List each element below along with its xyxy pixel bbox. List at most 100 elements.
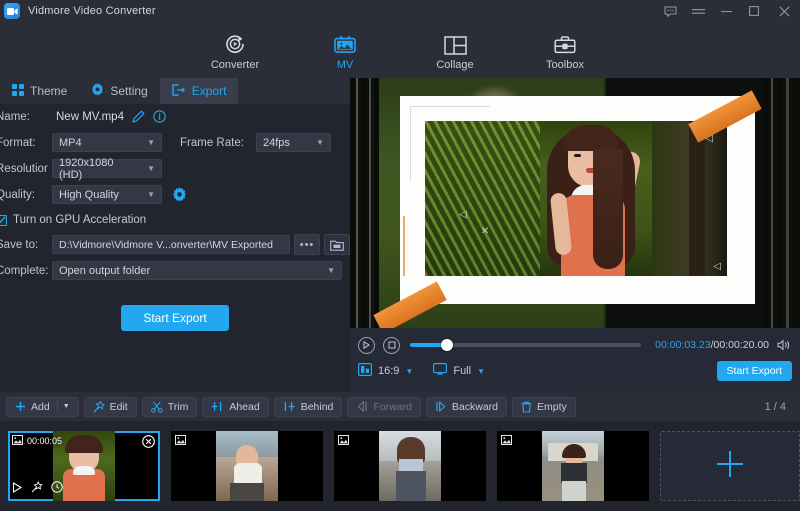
duration-icon[interactable] xyxy=(51,480,63,498)
label-format: Format: xyxy=(0,137,48,149)
tab-label-setting: Setting xyxy=(110,84,147,98)
stop-icon[interactable] xyxy=(383,337,400,354)
insert-ahead-icon xyxy=(211,401,224,412)
edit-button[interactable]: Edit xyxy=(84,397,137,417)
remove-clip-icon[interactable] xyxy=(142,435,155,453)
player-controls: 00:00:03.23/00:00:20.00 16:9 ▼ xyxy=(350,328,800,392)
value-name: New MV.mp4 xyxy=(56,111,124,123)
export-form: Name: New MV.mp4 Format: MP4 ▼ xyxy=(0,104,350,331)
play-icon[interactable] xyxy=(12,480,23,498)
info-icon[interactable] xyxy=(153,110,166,123)
nav-label-mv: MV xyxy=(337,59,354,71)
nav-label-toolbox: Toolbox xyxy=(546,59,584,71)
empty-button[interactable]: Empty xyxy=(512,397,576,417)
app-title: Vidmore Video Converter xyxy=(28,5,156,17)
preview-photo: ◁ ◁ ✕ ◁ xyxy=(425,121,727,276)
saveto-path-input[interactable]: D:\Vidmore\Vidmore V...onverter\MV Expor… xyxy=(52,235,290,254)
browse-button[interactable]: ••• xyxy=(294,234,320,255)
label-framerate: Frame Rate: xyxy=(180,137,256,149)
move-backward-button[interactable]: Backward xyxy=(426,397,507,417)
marker-triangle-icon: ◁ xyxy=(713,261,721,272)
chevron-down-icon[interactable]: ▼ xyxy=(63,403,70,410)
framerate-select[interactable]: 24fps ▼ xyxy=(256,133,331,152)
timecode: 00:00:03.23/00:00:20.00 xyxy=(655,339,769,351)
label-name: Name: xyxy=(0,111,48,123)
effect-icon[interactable] xyxy=(31,480,43,498)
current-time: 00:00:03.23 xyxy=(655,339,710,351)
row-format: Format: MP4 ▼ Frame Rate: 24fps ▼ xyxy=(0,130,350,155)
nav-item-toolbox[interactable]: Toolbox xyxy=(528,29,602,71)
aspect-ratio-value: 16:9 xyxy=(378,365,399,377)
thumbnail-duration: 00:00:05 xyxy=(12,435,62,447)
list-item[interactable] xyxy=(171,431,323,501)
add-media-tile[interactable] xyxy=(660,431,800,501)
thumbnail-image xyxy=(379,431,441,501)
row-name: Name: New MV.mp4 xyxy=(0,104,350,129)
thumbnail-image xyxy=(216,431,278,501)
edit-pencil-icon[interactable] xyxy=(132,110,145,123)
insert-ahead-button[interactable]: Ahead xyxy=(202,397,268,417)
empty-label: Empty xyxy=(537,401,567,413)
play-icon[interactable] xyxy=(358,337,375,354)
resolution-select[interactable]: 1920x1080 (HD) ▼ xyxy=(52,159,162,178)
label-saveto: Save to: xyxy=(0,239,48,251)
trim-button[interactable]: Trim xyxy=(142,397,198,417)
chevron-down-icon: ▼ xyxy=(319,267,335,275)
gpu-acceleration-checkbox[interactable]: Turn on GPU Acceleration xyxy=(0,208,350,232)
tab-export[interactable]: Export xyxy=(160,78,239,104)
complete-action-select[interactable]: Open output folder ▼ xyxy=(52,261,342,280)
minimize-icon[interactable] xyxy=(712,0,740,22)
trim-label: Trim xyxy=(168,401,189,413)
gear-icon xyxy=(91,83,104,99)
scissors-icon xyxy=(151,401,163,413)
app-window: Vidmore Video Converter Convert xyxy=(0,0,800,511)
list-item[interactable] xyxy=(334,431,486,501)
quality-value: High Quality xyxy=(59,189,119,201)
start-export-button[interactable]: Start Export xyxy=(121,305,228,331)
nav-item-mv[interactable]: MV xyxy=(308,29,382,71)
start-export-button-player[interactable]: Start Export xyxy=(717,361,792,381)
feedback-icon[interactable] xyxy=(656,0,684,22)
mv-icon xyxy=(333,33,357,55)
add-button[interactable]: Add ▼ xyxy=(6,397,79,417)
move-forward-button[interactable]: Forward xyxy=(347,397,421,417)
chevron-down-icon: ▼ xyxy=(139,191,155,199)
menu-icon[interactable] xyxy=(684,0,712,22)
maximize-icon[interactable] xyxy=(740,0,768,22)
tab-setting[interactable]: Setting xyxy=(79,78,159,104)
total-time: 00:00:20.00 xyxy=(714,339,769,351)
chevron-down-icon: ▼ xyxy=(308,139,324,147)
converter-icon xyxy=(224,33,246,55)
chevron-down-icon: ▼ xyxy=(139,139,155,147)
preview-photo-frame: ◁ ◁ ✕ ◁ xyxy=(400,96,755,304)
insert-behind-button[interactable]: Behind xyxy=(274,397,343,417)
row-saveto: Save to: D:\Vidmore\Vidmore V...onverter… xyxy=(0,232,350,257)
aspect-ratio-control[interactable]: 16:9 ▼ xyxy=(358,363,413,379)
export-settings-panel: Theme Setting Export Name: New MV.mp4 xyxy=(0,78,350,392)
thumbnail-duration-text: 00:00:05 xyxy=(27,436,62,446)
nav-item-converter[interactable]: Converter xyxy=(198,29,272,71)
framerate-value: 24fps xyxy=(263,137,290,149)
close-icon[interactable] xyxy=(768,0,800,22)
image-icon xyxy=(338,435,349,447)
list-item[interactable]: 00:00:05 xyxy=(8,431,160,501)
thumbnail-badge xyxy=(338,435,353,447)
advanced-settings-gear-icon[interactable] xyxy=(172,187,187,202)
video-preview[interactable]: ◁ ◁ ✕ ◁ xyxy=(350,78,800,328)
format-select[interactable]: MP4 ▼ xyxy=(52,133,162,152)
list-item[interactable] xyxy=(497,431,649,501)
quality-select[interactable]: High Quality ▼ xyxy=(52,185,162,204)
seek-slider[interactable] xyxy=(410,343,641,347)
seek-handle[interactable] xyxy=(441,339,453,351)
label-complete: Complete: xyxy=(0,265,48,277)
page-indicator: 1 / 4 xyxy=(765,401,786,413)
volume-icon[interactable] xyxy=(777,339,792,351)
screen-mode-control[interactable]: Full ▼ xyxy=(433,363,485,379)
thumbnail-tools xyxy=(12,480,63,498)
tab-theme[interactable]: Theme xyxy=(0,78,79,104)
insert-behind-icon xyxy=(283,401,296,412)
move-backward-icon xyxy=(435,401,447,412)
nav-item-collage[interactable]: Collage xyxy=(418,29,492,71)
open-folder-icon[interactable] xyxy=(324,234,350,255)
image-icon xyxy=(175,435,186,447)
